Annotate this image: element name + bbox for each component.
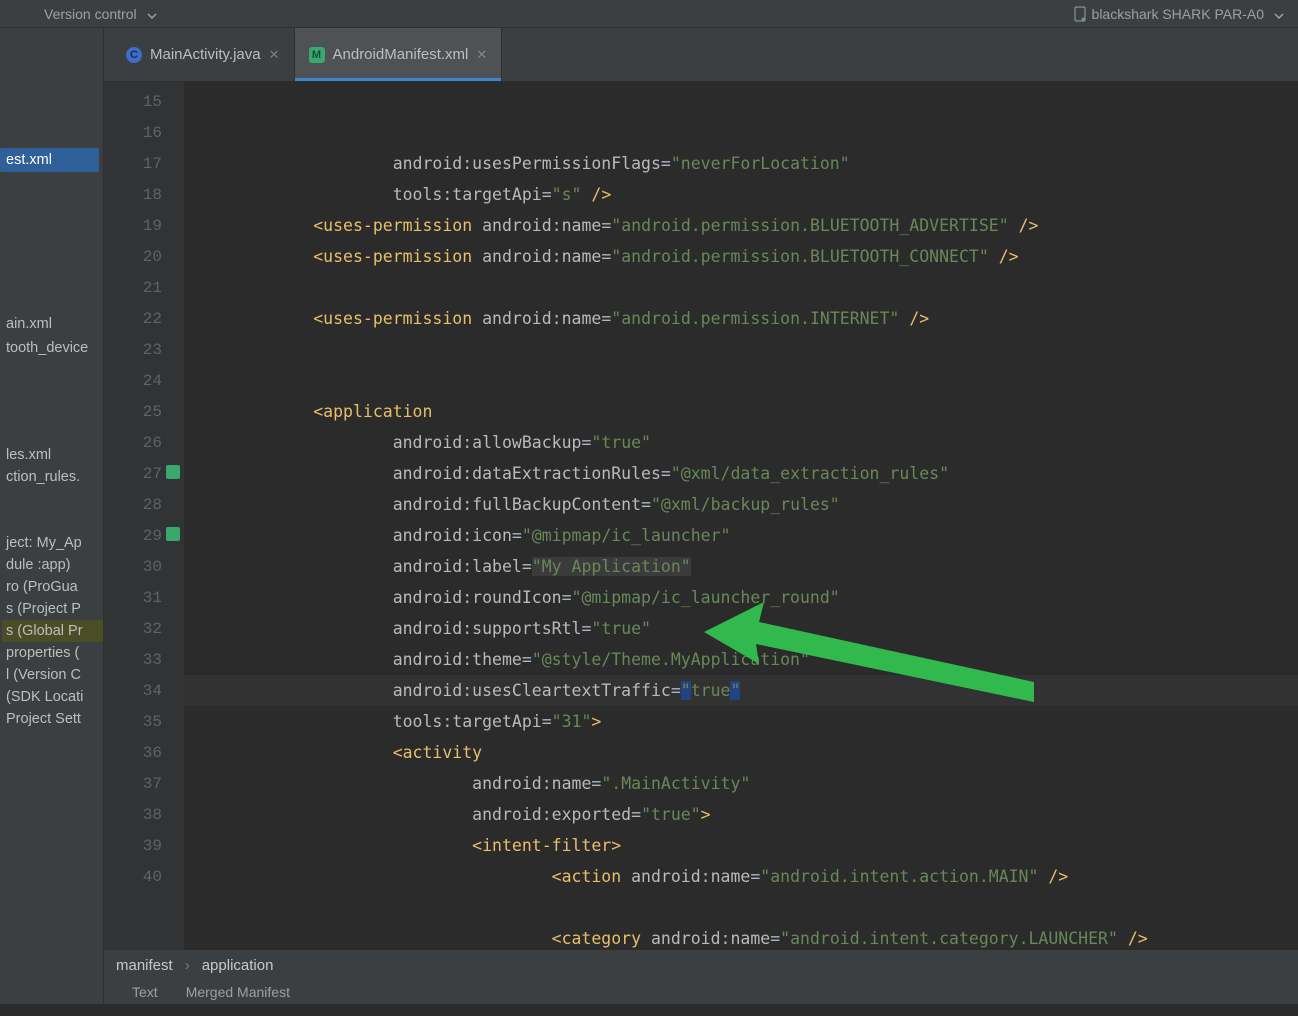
code-line[interactable]: android:fullBackupContent="@xml/backup_r…	[184, 489, 1298, 520]
code-line[interactable]: android:roundIcon="@mipmap/ic_launcher_r…	[184, 582, 1298, 613]
phone-icon	[1074, 6, 1086, 22]
close-icon[interactable]: ✕	[269, 47, 280, 63]
code-line[interactable]: <uses-permission android:name="android.p…	[184, 210, 1298, 241]
gutter-line[interactable]: 36	[104, 737, 184, 768]
gutter-line[interactable]: 15	[104, 86, 184, 117]
code-line[interactable]: <application	[184, 396, 1298, 427]
sidebar-item[interactable]: properties (	[2, 642, 103, 664]
gutter-line[interactable]: 35	[104, 706, 184, 737]
code-line[interactable]: android:exported="true">	[184, 799, 1298, 830]
gutter-line[interactable]: 26	[104, 427, 184, 458]
code-line[interactable]: <intent-filter>	[184, 830, 1298, 861]
device-label: blackshark SHARK PAR-A0	[1092, 6, 1264, 22]
gutter-line[interactable]: 21	[104, 272, 184, 303]
tab-label: MainActivity.java	[150, 46, 261, 63]
editor: 1516171819202122232425262728293031323334…	[104, 82, 1298, 950]
gutter-line[interactable]: 27	[104, 458, 184, 489]
sidebar-file[interactable]: ain.xml	[0, 312, 103, 336]
code-line[interactable]: android:allowBackup="true"	[184, 427, 1298, 458]
editor-gutter[interactable]: 1516171819202122232425262728293031323334…	[104, 82, 184, 950]
code-line[interactable]: android:icon="@mipmap/ic_launcher"	[184, 520, 1298, 551]
toolbar: Version control blackshark SHARK PAR-A0	[0, 0, 1298, 28]
sidebar-item[interactable]	[2, 488, 103, 510]
sidebar-item[interactable]: Project Sett	[2, 708, 103, 730]
code-line[interactable]: android:usesPermissionFlags="neverForLoc…	[184, 148, 1298, 179]
project-sidebar[interactable]: est.xml ain.xml tooth_device les.xmlctio…	[0, 28, 104, 1004]
code-line[interactable]	[184, 272, 1298, 303]
version-control-menu[interactable]: Version control	[44, 6, 137, 22]
code-line[interactable]	[184, 365, 1298, 396]
view-tab-merged[interactable]: Merged Manifest	[186, 984, 290, 1000]
view-tab-text[interactable]: Text	[132, 984, 158, 1000]
code-line[interactable]	[184, 334, 1298, 365]
gutter-line[interactable]: 22	[104, 303, 184, 334]
android-icon	[166, 465, 180, 479]
gutter-line[interactable]: 30	[104, 551, 184, 582]
android-icon	[166, 527, 180, 541]
editor-view-tabs: Text Merged Manifest	[104, 980, 1298, 1004]
manifest-icon: M	[309, 47, 325, 63]
gutter-line[interactable]: 25	[104, 396, 184, 427]
gutter-line[interactable]: 40	[104, 861, 184, 892]
breadcrumb-item[interactable]: manifest	[116, 957, 173, 974]
gutter-line[interactable]: 34	[104, 675, 184, 706]
code-line[interactable]: android:dataExtractionRules="@xml/data_e…	[184, 458, 1298, 489]
sidebar-item[interactable]: ject: My_Ap	[2, 532, 103, 554]
code-line[interactable]: android:label="My Application"	[184, 551, 1298, 582]
chevron-right-icon: ›	[185, 957, 190, 974]
gutter-line[interactable]: 17	[104, 148, 184, 179]
sidebar-item[interactable]: l (Version C	[2, 664, 103, 686]
gutter-line[interactable]: 23	[104, 334, 184, 365]
tab-label: AndroidManifest.xml	[333, 46, 469, 63]
gutter-line[interactable]: 32	[104, 613, 184, 644]
code-line[interactable]: <uses-permission android:name="android.p…	[184, 241, 1298, 272]
sidebar-item[interactable]: ction_rules.	[2, 466, 103, 488]
code-line[interactable]: tools:targetApi="31">	[184, 706, 1298, 737]
editor-code[interactable]: android:usesPermissionFlags="neverForLoc…	[184, 82, 1298, 950]
breadcrumb-bar: manifest › application	[104, 950, 1298, 980]
code-line[interactable]: <uses-permission android:name="android.p…	[184, 303, 1298, 334]
gutter-line[interactable]: 39	[104, 830, 184, 861]
code-line[interactable]: tools:targetApi="s" />	[184, 179, 1298, 210]
java-class-icon: C	[126, 47, 142, 63]
sidebar-lower: les.xmlction_rules. ject: My_Apdule :app…	[0, 444, 103, 730]
gutter-line[interactable]: 38	[104, 799, 184, 830]
code-line[interactable]	[184, 892, 1298, 923]
editor-tab[interactable]: M AndroidManifest.xml ✕	[295, 28, 503, 81]
gutter-line[interactable]: 31	[104, 582, 184, 613]
code-line[interactable]: <action android:name="android.intent.act…	[184, 861, 1298, 892]
gutter-line[interactable]: 28	[104, 489, 184, 520]
gutter-line[interactable]: 20	[104, 241, 184, 272]
breadcrumb-item[interactable]: application	[202, 957, 274, 974]
sidebar-item[interactable]: s (Project P	[2, 598, 103, 620]
code-line[interactable]: android:supportsRtl="true"	[184, 613, 1298, 644]
gutter-line[interactable]: 29	[104, 520, 184, 551]
code-line[interactable]: android:theme="@style/Theme.MyApplicatio…	[184, 644, 1298, 675]
close-icon[interactable]: ✕	[476, 47, 487, 63]
code-line[interactable]: android:name=".MainActivity"	[184, 768, 1298, 799]
gutter-line[interactable]: 24	[104, 365, 184, 396]
gutter-line[interactable]: 19	[104, 210, 184, 241]
sidebar-item[interactable]: ro (ProGua	[2, 576, 103, 598]
sidebar-item[interactable]: les.xml	[2, 444, 103, 466]
gutter-line[interactable]: 16	[104, 117, 184, 148]
sidebar-item[interactable]: s (Global Pr	[2, 620, 103, 642]
device-selector[interactable]: blackshark SHARK PAR-A0	[1068, 4, 1290, 24]
editor-tab[interactable]: C MainActivity.java ✕	[112, 28, 295, 81]
sidebar-item[interactable]: dule :app)	[2, 554, 103, 576]
code-line[interactable]: android:usesCleartextTraffic="true"	[184, 675, 1298, 706]
sidebar-file-selected[interactable]: est.xml	[0, 148, 99, 172]
chevron-down-icon	[1274, 6, 1284, 22]
gutter-line[interactable]: 18	[104, 179, 184, 210]
gutter-line[interactable]: 37	[104, 768, 184, 799]
editor-tabs: C MainActivity.java ✕ M AndroidManifest.xml ✕	[104, 28, 1298, 82]
sidebar-item[interactable]	[2, 510, 103, 532]
sidebar-file[interactable]: tooth_device	[0, 336, 103, 360]
gutter-line[interactable]: 33	[104, 644, 184, 675]
sidebar-item[interactable]: (SDK Locati	[2, 686, 103, 708]
chevron-down-icon	[147, 6, 157, 22]
code-line[interactable]: <activity	[184, 737, 1298, 768]
